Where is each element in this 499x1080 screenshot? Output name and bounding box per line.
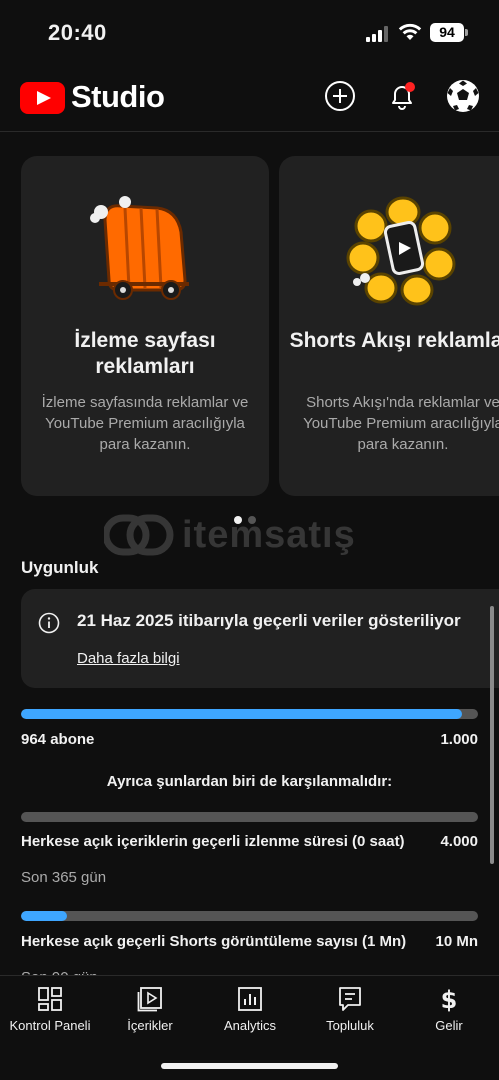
- watch-hours-period: Son 365 gün: [21, 869, 107, 886]
- nav-label: Analytics: [223, 1018, 277, 1033]
- watch-hours-target: 4.000: [440, 833, 478, 850]
- eligibility-title: Uygunluk: [21, 558, 99, 577]
- app-logo-text: Studio: [71, 79, 165, 114]
- card-description: Shorts Akışı'nda reklamlar ve YouTube Pr…: [303, 394, 499, 453]
- status-time: 20:40: [48, 20, 107, 45]
- carousel-indicator: [234, 516, 264, 524]
- youtube-logo-icon: [20, 82, 65, 114]
- notifications-button[interactable]: [384, 78, 420, 114]
- card-title: İzleme sayfası reklamları: [74, 329, 216, 378]
- watch-page-ads-illustration-icon: [90, 196, 189, 300]
- watch-page-ads-card[interactable]: İzleme sayfası reklamları İzleme sayfası…: [21, 156, 269, 496]
- learn-more-link[interactable]: Daha fazla bilgi: [77, 650, 180, 667]
- shorts-feed-ads-illustration-icon: [346, 196, 456, 306]
- content-icon: [137, 987, 162, 1012]
- nav-content[interactable]: İçerikler: [100, 976, 200, 1046]
- watch-hours-label: Herkese açık içeriklerin geçerli izlenme…: [21, 833, 405, 850]
- home-indicator: [161, 1063, 338, 1069]
- notification-badge: [405, 82, 415, 92]
- svg-text:$: $: [441, 986, 458, 1012]
- create-icon[interactable]: [322, 78, 358, 114]
- carousel-dot[interactable]: [248, 516, 256, 524]
- info-banner: 21 Haz 2025 itibarıyla geçerli veriler g…: [21, 589, 499, 688]
- card-title: Shorts Akışı reklamları: [289, 329, 499, 352]
- also-required-text: Ayrıca şunlardan biri de karşılanmalıdır…: [106, 773, 393, 790]
- shorts-views-progress-fill: [21, 911, 67, 921]
- community-icon: [339, 987, 361, 1011]
- battery-tip: [465, 29, 468, 36]
- nav-earn[interactable]: $ Gelir: [399, 976, 499, 1046]
- nav-label: Kontrol Paneli: [9, 1018, 91, 1033]
- subscribers-count: 964 abone: [21, 731, 95, 748]
- nav-analytics[interactable]: Analytics: [200, 976, 300, 1046]
- wifi-icon: [398, 23, 422, 40]
- avatar[interactable]: [445, 78, 481, 114]
- shorts-feed-ads-card[interactable]: Shorts Akışı reklamları Shorts Akışı'nda…: [279, 156, 499, 496]
- nav-community[interactable]: Topluluk: [300, 976, 400, 1046]
- shorts-views-label: Herkese açık geçerli Shorts görüntüleme …: [21, 933, 407, 950]
- nav-label: Topluluk: [326, 1018, 374, 1033]
- nav-label: İçerikler: [127, 1018, 173, 1033]
- scrollbar[interactable]: [490, 606, 494, 864]
- watch-hours-progress-bar: [21, 812, 478, 822]
- info-icon: [38, 612, 60, 634]
- nav-dashboard[interactable]: Kontrol Paneli: [0, 976, 100, 1046]
- earn-icon: $: [441, 986, 458, 1012]
- subscribers-progress-bar: [21, 709, 478, 719]
- shorts-views-target: 10 Mn: [435, 933, 478, 950]
- card-description: İzleme sayfasında reklamlar ve YouTube P…: [41, 394, 249, 453]
- shorts-views-progress-bar: [21, 911, 478, 921]
- bell-icon: [392, 86, 412, 110]
- battery-icon: 94: [430, 23, 464, 42]
- carousel-dot-active[interactable]: [234, 516, 242, 524]
- watermark-text: itemsatış: [182, 514, 356, 556]
- dashboard-icon: [38, 987, 62, 1011]
- monetization-carousel[interactable]: İzleme sayfası reklamları İzleme sayfası…: [0, 156, 499, 496]
- app-header: Studio: [0, 62, 499, 132]
- subscribers-target: 1.000: [440, 731, 478, 748]
- status-bar: 20:40 94: [0, 0, 499, 62]
- analytics-icon: [238, 987, 262, 1011]
- info-text: 21 Haz 2025 itibarıyla geçerli veriler g…: [77, 611, 461, 630]
- subscribers-progress-fill: [21, 709, 462, 719]
- signal-icon: [366, 26, 388, 42]
- nav-label: Gelir: [435, 1018, 463, 1033]
- watermark-logo-icon: [102, 514, 174, 556]
